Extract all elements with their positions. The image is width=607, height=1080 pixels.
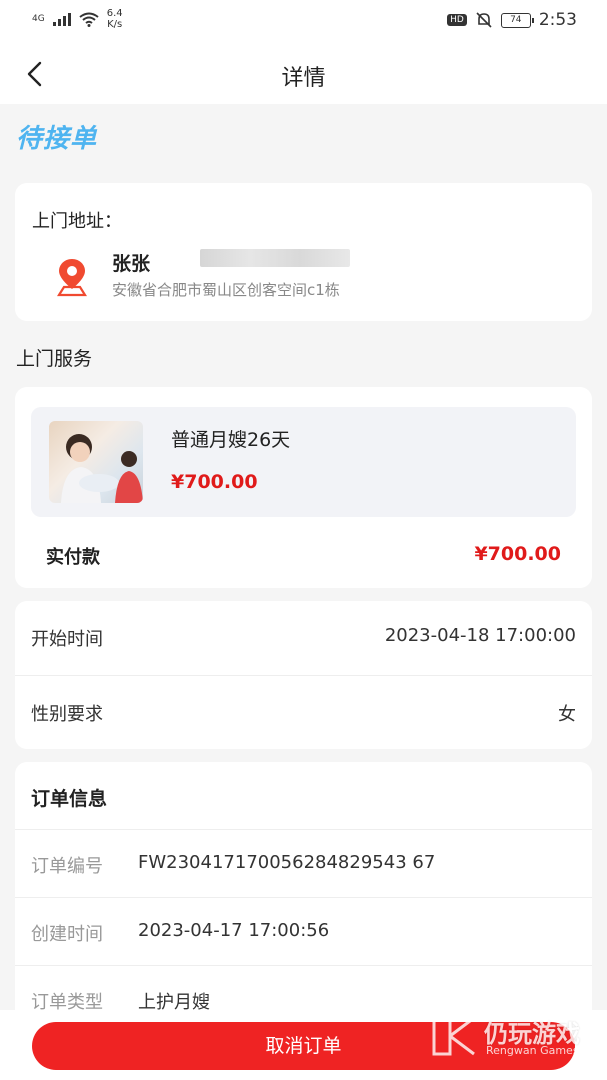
- service-section-title: 上门服务: [16, 348, 93, 370]
- mute-bell-icon: [476, 12, 492, 28]
- clock: 2:53: [538, 10, 577, 30]
- contact-name: 张张: [112, 253, 151, 275]
- watermark-subtext: Rengwan Games: [486, 1044, 579, 1057]
- hd-badge: HD: [447, 14, 467, 26]
- created-time-label: 创建时间: [31, 924, 103, 945]
- battery-icon: 74: [500, 12, 534, 28]
- start-time-label: 开始时间: [31, 629, 103, 650]
- signal-icon: [52, 12, 71, 26]
- address-label: 上门地址：: [32, 211, 122, 232]
- watermark-logo-icon: [432, 1016, 475, 1056]
- page-title: 详情: [281, 66, 326, 91]
- order-number-row: 订单编号 FW230417170056284829543 67: [15, 829, 592, 898]
- start-time-value: 2023-04-18 17:00:00: [384, 625, 576, 646]
- contact-phone-redacted: [200, 249, 350, 267]
- nav-bar: 详情: [0, 44, 607, 104]
- requirements-card: 开始时间 2023-04-18 17:00:00 性别要求 女: [15, 601, 592, 749]
- service-card: 普通月嫂26天 ¥700.00 实付款 ¥700.00: [15, 387, 592, 588]
- service-name: 普通月嫂26天: [171, 429, 291, 451]
- location-pin-icon: [57, 259, 87, 297]
- status-bar: 4G 6.4 K/s HD 74 2:53: [0, 0, 607, 44]
- status-bar-left: 4G 6.4 K/s: [32, 8, 123, 30]
- status-bar-right: HD 74 2:53: [447, 10, 577, 30]
- speed-unit: K/s: [107, 19, 123, 30]
- network-speed: 6.4 K/s: [107, 8, 123, 30]
- order-number-label: 订单编号: [31, 856, 103, 877]
- created-time-value: 2023-04-17 17:00:56: [138, 920, 330, 941]
- start-time-row: 开始时间 2023-04-18 17:00:00: [15, 601, 592, 675]
- service-price: ¥700.00: [171, 471, 258, 493]
- speed-value: 6.4: [106, 8, 123, 19]
- gender-label: 性别要求: [31, 704, 103, 725]
- gender-row: 性别要求 女: [15, 675, 592, 750]
- address-detail: 安徽省合肥市蜀山区创客空间c1栋: [112, 281, 340, 299]
- paid-amount: ¥700.00: [474, 543, 561, 565]
- watermark: 仍玩游戏 Rengwan Games: [430, 1012, 600, 1062]
- address-card: 上门地址： 张张 安徽省合肥市蜀山区创客空间c1栋: [15, 183, 592, 321]
- order-status: 待接单: [16, 124, 98, 154]
- network-type: 4G: [32, 13, 45, 24]
- paid-label: 实付款: [46, 547, 100, 568]
- created-time-row: 创建时间 2023-04-17 17:00:56: [15, 897, 592, 966]
- order-number-value: FW230417170056284829543 67: [138, 852, 436, 873]
- service-item[interactable]: 普通月嫂26天 ¥700.00: [31, 407, 576, 517]
- wifi-icon: [79, 12, 99, 27]
- nanny-photo-icon: [61, 434, 143, 503]
- service-image: [49, 421, 143, 503]
- order-info-title: 订单信息: [31, 788, 108, 810]
- gender-value: 女: [558, 704, 576, 725]
